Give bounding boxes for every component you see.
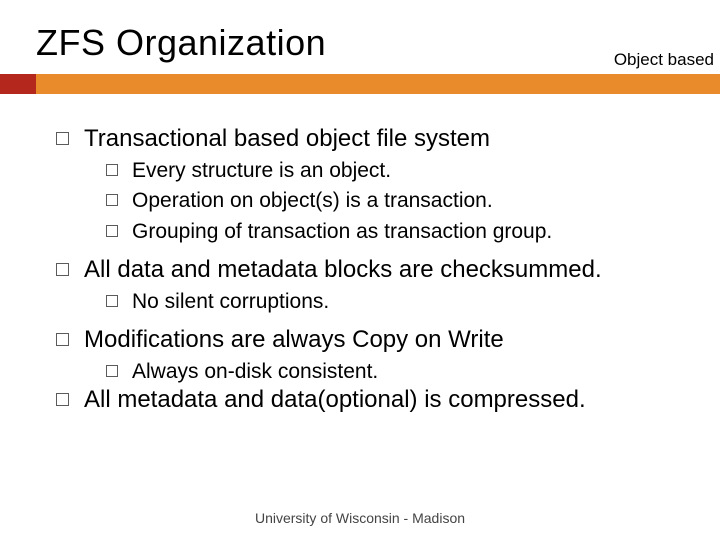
bullet-l1: Transactional based object file system	[56, 124, 700, 154]
orange-band	[36, 74, 720, 94]
bullet-l1: Modifications are always Copy on Write	[56, 325, 700, 355]
accent-block	[0, 74, 36, 94]
bullet-l2: Operation on object(s) is a transaction.	[106, 188, 700, 214]
slide-body: Transactional based object file system E…	[0, 102, 720, 415]
bullet-l1: All metadata and data(optional) is compr…	[56, 385, 700, 415]
bullet-l2: No silent corruptions.	[106, 289, 700, 315]
title-divider: Object based	[0, 74, 720, 102]
bullet-l1: All data and metadata blocks are checksu…	[56, 255, 700, 285]
bullet-l2: Always on-disk consistent.	[106, 359, 700, 385]
bullet-l2: Every structure is an object.	[106, 158, 700, 184]
footer-text: University of Wisconsin - Madison	[0, 510, 720, 526]
bullet-l2: Grouping of transaction as transaction g…	[106, 219, 700, 245]
corner-label: Object based	[614, 50, 714, 70]
slide-title: ZFS Organization	[0, 0, 720, 74]
